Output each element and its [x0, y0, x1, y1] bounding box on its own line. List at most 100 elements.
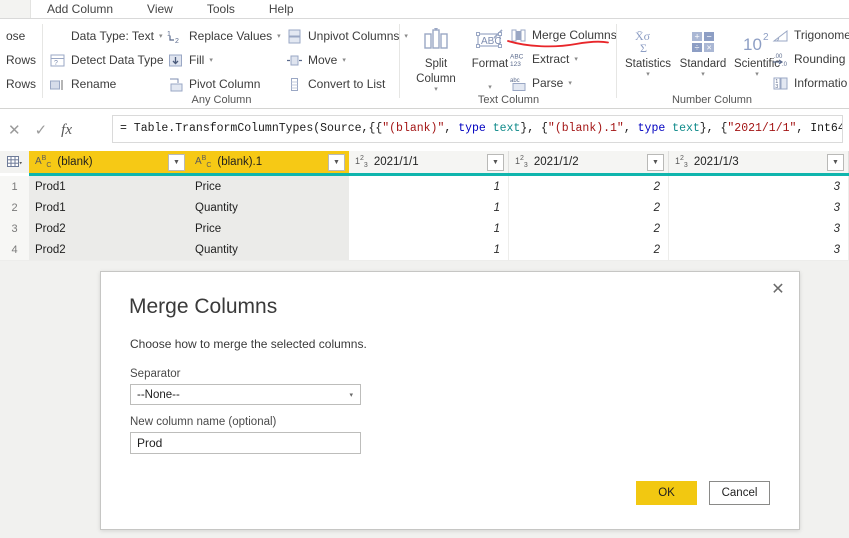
ribbon-item-parse[interactable]: abc Parse ▾ [510, 72, 572, 94]
tab-add-column[interactable]: Add Column [30, 0, 130, 19]
column-filter-dropdown[interactable]: ▼ [168, 154, 185, 171]
tab-tools[interactable]: Tools [190, 0, 252, 19]
ribbon-item-detect-data-type[interactable]: ? Detect Data Type [49, 49, 164, 71]
table-cell[interactable]: Prod2 [29, 218, 189, 239]
table-cell[interactable]: Prod1 [29, 197, 189, 218]
unpivot-columns-icon [286, 28, 303, 45]
ribbon-item-information[interactable]: 13 Informatio [772, 72, 847, 94]
table-cell[interactable]: 1 [349, 239, 509, 260]
table-cell[interactable]: 1 [349, 176, 509, 197]
column-header-1[interactable]: ABC (blank) ▼ [29, 151, 189, 173]
table-cell[interactable]: 3 [669, 239, 849, 260]
chevron-down-icon[interactable]: ▾ [620, 71, 676, 79]
tab-help[interactable]: Help [252, 0, 311, 19]
svg-text:?: ? [54, 60, 58, 67]
table-row[interactable]: 3 Prod2 Price 1 2 3 [0, 218, 849, 240]
ribbon-item-extract[interactable]: ABC 123 Extract ▾ [510, 48, 578, 70]
table-cell[interactable]: 3 [669, 176, 849, 197]
standard-label: Standard [679, 58, 727, 70]
table-cell[interactable]: 1 [349, 197, 509, 218]
ribbon-item-pivot-column[interactable]: Pivot Column [167, 73, 260, 95]
ok-button[interactable]: OK [636, 481, 697, 505]
chevron-down-icon: ▾ [349, 392, 353, 399]
table-cell[interactable]: Prod1 [29, 176, 189, 197]
new-column-name-input[interactable]: Prod [130, 432, 361, 454]
replace-values-icon: 12 [167, 28, 184, 45]
ribbon-group-number-column: X̄σ Σ Statistics ▾ + − ÷ × Standard ▾ 10 2 Sc… [617, 19, 849, 109]
column-filter-dropdown[interactable]: ▼ [328, 154, 345, 171]
table-cell[interactable]: 1 [349, 218, 509, 239]
cancel-button[interactable]: Cancel [709, 481, 770, 505]
ribbon-tab-strip: Add Column View Tools Help [30, 0, 311, 19]
close-icon [0, 28, 1, 45]
ribbon-item-rounding[interactable]: .00.0 Rounding [772, 48, 845, 70]
chevron-down-icon[interactable]: ▾ [675, 71, 731, 79]
formula-segment: , Int64.Type [796, 122, 843, 135]
ribbon-big-statistics[interactable]: X̄σ Σ Statistics ▾ [620, 24, 676, 79]
ribbon-group-manage-rows: ose Rows Rows [0, 19, 43, 109]
ribbon-item-data-type[interactable]: Data Type: Text ▾ [49, 25, 162, 47]
column-filter-dropdown[interactable]: ▼ [487, 154, 504, 171]
table-cell[interactable]: 2 [509, 218, 669, 239]
chevron-down-icon[interactable]: ▾ [574, 56, 578, 63]
column-header-4[interactable]: 123 2021/1/2 ▼ [509, 151, 669, 173]
ribbon-big-split-column[interactable]: Split Column ▾ [408, 24, 464, 94]
table-cell[interactable]: 2 [509, 239, 669, 260]
table-row[interactable]: 4 Prod2 Quantity 1 2 3 [0, 239, 849, 261]
chevron-down-icon[interactable]: ▾ [277, 33, 281, 40]
table-cell[interactable]: Price [189, 176, 349, 197]
split-column-label-2: Column [416, 73, 456, 85]
ribbon-item-merge-columns[interactable]: Merge Columns [510, 24, 617, 46]
ribbon-group-label-number-column: Number Column [671, 94, 753, 106]
svg-text:10: 10 [743, 35, 762, 54]
table-cell[interactable]: 3 [669, 218, 849, 239]
formula-cancel-icon[interactable]: ✕ [8, 121, 21, 139]
formula-accept-icon[interactable]: ✓ [35, 121, 48, 139]
table-cell[interactable]: Price [189, 218, 349, 239]
ribbon-big-standard[interactable]: + − ÷ × Standard ▾ [675, 24, 731, 79]
svg-text:ABC: ABC [510, 53, 524, 60]
ribbon-item-replace-values[interactable]: 12 Replace Values ▾ [167, 25, 281, 47]
table-row[interactable]: 1 Prod1 Price 1 2 3 [0, 176, 849, 198]
ribbon-item-trigonometry[interactable]: Trigonome [772, 24, 849, 46]
column-header-3[interactable]: 123 2021/1/1 ▼ [349, 151, 509, 173]
table-cell[interactable]: Quantity [189, 239, 349, 260]
close-icon[interactable]: ✕ [765, 278, 791, 300]
table-cell[interactable]: Prod2 [29, 239, 189, 260]
table-cell[interactable]: 3 [669, 197, 849, 218]
chevron-down-icon[interactable]: ▾ [159, 33, 163, 40]
grid-corner-selector[interactable] [0, 151, 30, 173]
split-column-icon [408, 24, 464, 56]
column-header-2[interactable]: ABC (blank).1 ▼ [189, 151, 349, 173]
chevron-down-icon[interactable]: ▾ [408, 86, 464, 94]
column-filter-dropdown[interactable]: ▼ [647, 154, 664, 171]
chevron-down-icon[interactable]: ▾ [568, 80, 572, 87]
ribbon-item-close[interactable]: ose [0, 25, 25, 47]
ribbon-item-move[interactable]: Move ▾ [286, 49, 346, 71]
row-number: 4 [0, 239, 30, 260]
table-cell[interactable]: Quantity [189, 197, 349, 218]
table-cell[interactable]: 2 [509, 176, 669, 197]
chevron-down-icon[interactable]: ▾ [209, 57, 213, 64]
ribbon-item-convert-to-list[interactable]: Convert to List [286, 73, 385, 95]
ribbon-item-remove-rows[interactable]: Rows [0, 73, 36, 95]
svg-text:3: 3 [775, 84, 778, 90]
ribbon-item-fill[interactable]: Fill ▾ [167, 49, 213, 71]
ribbon-item-rename[interactable]: Rename [49, 73, 116, 95]
formula-segment: type [458, 122, 486, 135]
ribbon-item-unpivot-columns[interactable]: Unpivot Columns ▾ [286, 25, 408, 47]
separator-dropdown[interactable]: --None-- ▾ [130, 384, 361, 405]
ribbon-item-keep-rows[interactable]: Rows [0, 49, 36, 71]
number-type-icon: 123 [515, 155, 528, 169]
standard-icon: + − ÷ × [675, 24, 731, 56]
table-cell[interactable]: 2 [509, 197, 669, 218]
ribbon: ose Rows Rows Data Type: Text ▾ ? Detect… [0, 19, 849, 109]
table-row[interactable]: 2 Prod1 Quantity 1 2 3 [0, 197, 849, 219]
tab-view[interactable]: View [130, 0, 190, 19]
column-header-5[interactable]: 123 2021/1/3 ▼ [669, 151, 849, 173]
chevron-down-icon[interactable]: ▾ [342, 57, 346, 64]
split-column-label-1: Split [424, 58, 448, 70]
column-filter-dropdown[interactable]: ▼ [827, 154, 844, 171]
formula-input[interactable]: = Table.TransformColumnTypes(Source,{{"(… [112, 115, 843, 143]
fx-icon[interactable]: fx [61, 122, 72, 139]
